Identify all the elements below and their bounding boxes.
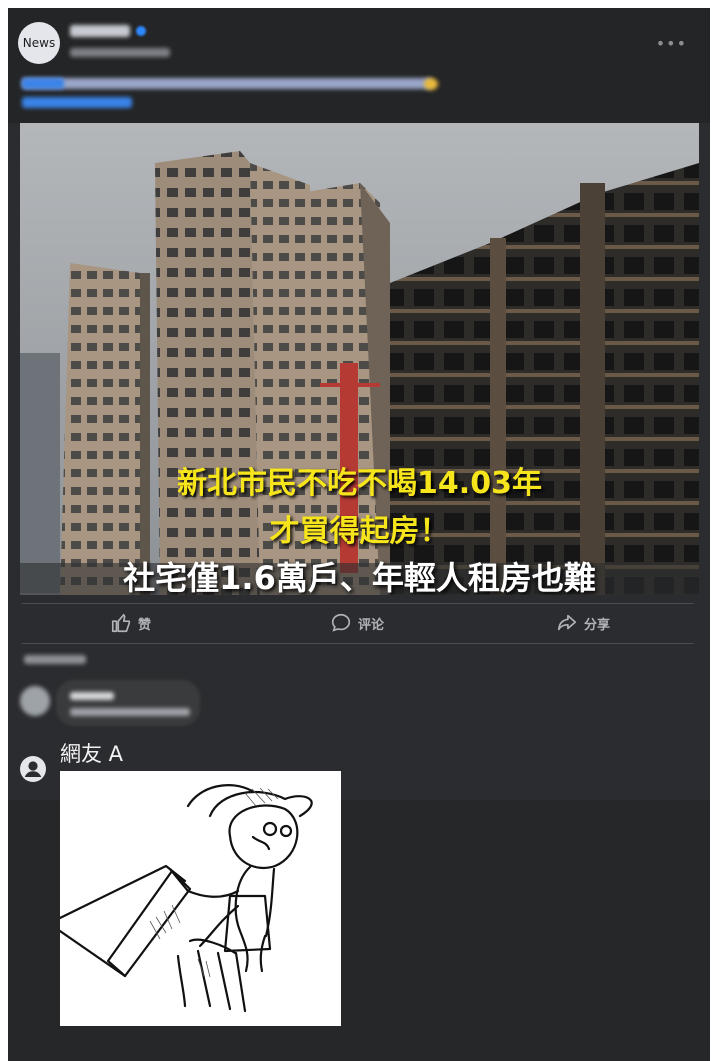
like-label: 赞 <box>138 617 152 633</box>
commenter-avatar-blurred[interactable] <box>20 686 50 716</box>
actions-bottom-divider <box>22 643 694 644</box>
actions-top-divider <box>22 603 694 604</box>
verified-badge-icon <box>136 26 146 36</box>
share-button[interactable]: 分享 <box>556 612 610 634</box>
page-name-blurred[interactable] <box>70 25 130 37</box>
news-photo[interactable]: 新北市民不吃不喝14.03年 才買得起房！ 社宅僅1.6萬戶、年輕人租房也難 <box>20 123 699 595</box>
comment-button[interactable]: 评论 <box>330 612 384 634</box>
post-text-blurred-line1 <box>22 78 432 89</box>
commenter-name-blurred[interactable] <box>70 692 114 700</box>
headline-line2: 才買得起房！ <box>269 514 450 549</box>
like-button[interactable]: 赞 <box>110 612 151 634</box>
emoji-icon <box>424 78 438 90</box>
avatar-label: News <box>22 36 56 50</box>
post-meta-blurred <box>70 48 170 57</box>
comment-label: 评论 <box>358 617 385 633</box>
comment-bubble-blurred <box>56 680 200 726</box>
thumbs-up-icon <box>111 613 131 633</box>
more-dots-icon[interactable]: ••• <box>656 34 687 53</box>
table-flip-meme[interactable] <box>58 771 341 1026</box>
headline-line3: 社宅僅1.6萬戶、年輕人租房也難 <box>123 559 596 595</box>
share-arrow-icon <box>557 614 577 631</box>
table-flip-drawing <box>58 784 313 1013</box>
post-hashtag-blurred[interactable] <box>22 97 132 108</box>
page-avatar[interactable]: News <box>18 22 60 64</box>
headline-line1: 新北市民不吃不喝14.03年 <box>177 466 542 501</box>
post-text-link-blurred[interactable] <box>22 78 64 89</box>
comment-bubble-icon <box>331 613 351 632</box>
comment-user-name[interactable]: 網友 A <box>60 738 123 768</box>
comment-sort-blurred[interactable] <box>24 655 86 664</box>
comment-text-blurred <box>70 708 190 716</box>
user-circle-icon[interactable] <box>20 756 46 782</box>
share-label: 分享 <box>584 617 611 633</box>
